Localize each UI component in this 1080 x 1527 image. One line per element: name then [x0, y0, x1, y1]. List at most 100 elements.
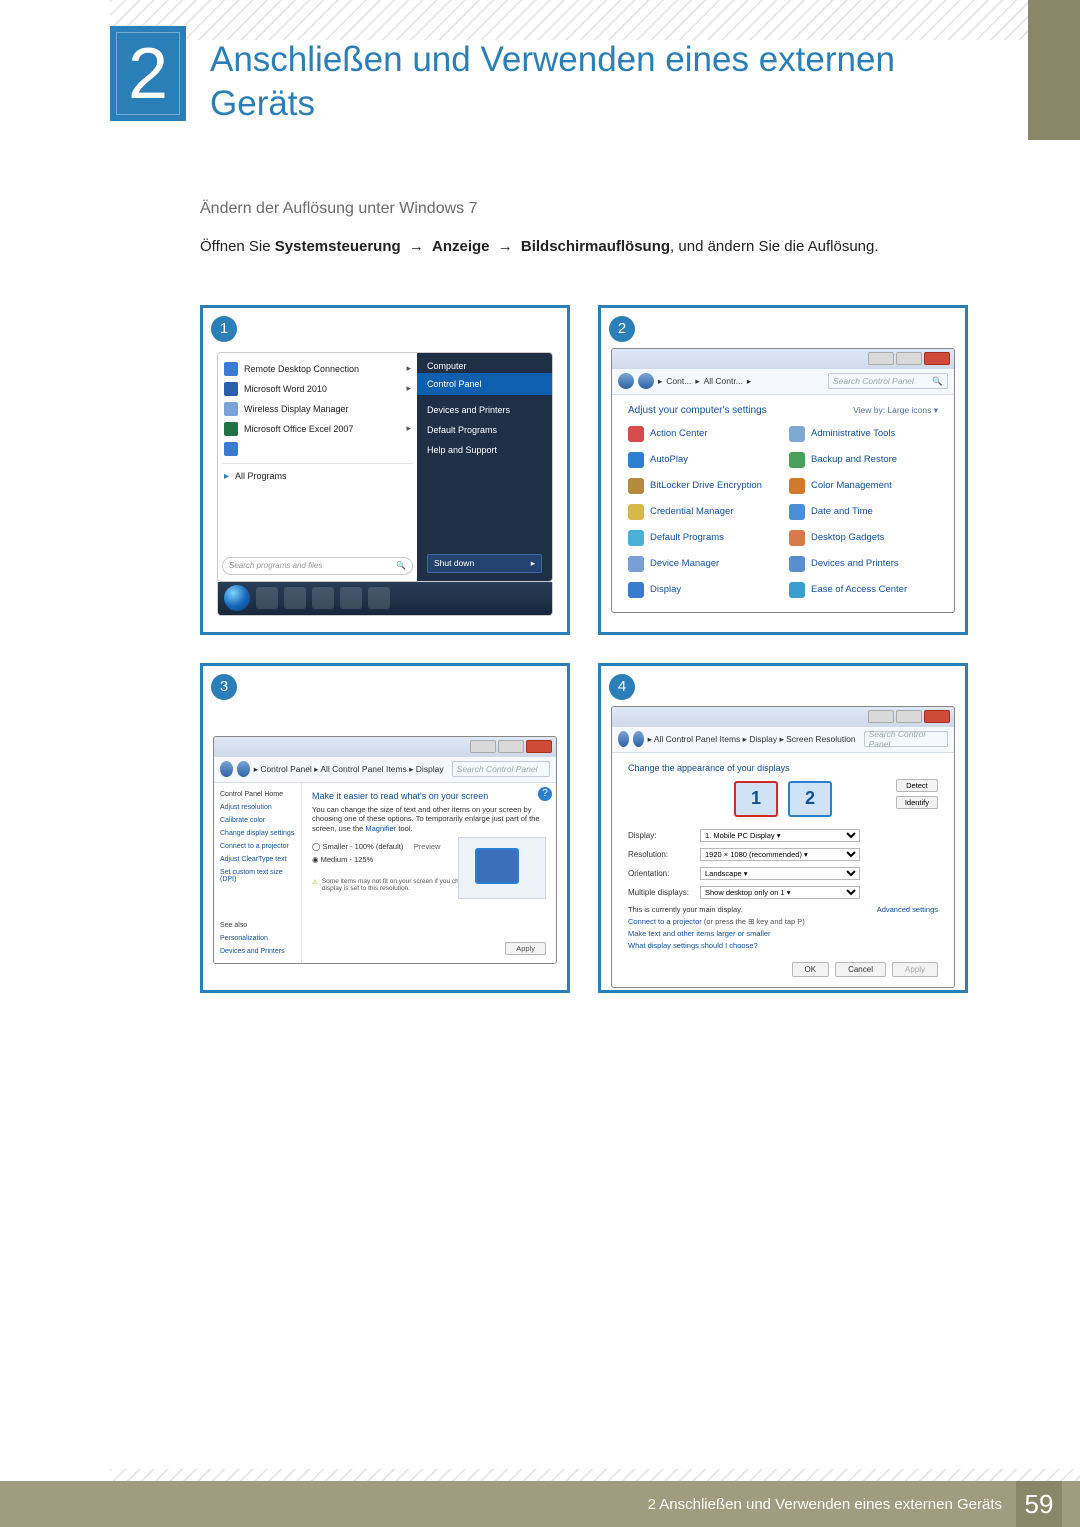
instruction-suffix: , und ändern Sie die Auflösung.: [670, 238, 879, 255]
left-margin: [0, 0, 110, 1527]
nav-back-icon[interactable]: [618, 373, 634, 389]
taskbar-button[interactable]: [368, 587, 390, 609]
start-right-link[interactable]: Devices and Printers: [427, 405, 542, 415]
start-search-input[interactable]: Search programs and files 🔍: [222, 557, 413, 575]
footer-hatch: [110, 1469, 1080, 1481]
apply-button[interactable]: Apply: [892, 962, 938, 977]
maximize-button[interactable]: [498, 740, 524, 753]
close-button[interactable]: [526, 740, 552, 753]
start-right-link-control-panel[interactable]: Control Panel: [417, 373, 552, 395]
control-panel-item[interactable]: Device Manager: [628, 556, 777, 572]
orientation-select[interactable]: Landscape ▾: [700, 867, 860, 880]
breadcrumb-seg[interactable]: Cont...: [666, 376, 691, 386]
control-panel-item[interactable]: Backup and Restore: [789, 452, 938, 468]
side-link[interactable]: Adjust ClearType text: [220, 856, 295, 863]
monitor-1-icon[interactable]: 1: [734, 781, 778, 817]
breadcrumb[interactable]: ▸ Control Panel ▸ All Control Panel Item…: [254, 764, 444, 775]
start-orb-icon[interactable]: [224, 585, 250, 611]
advanced-settings-link[interactable]: Advanced settings: [877, 905, 938, 914]
start-menu-item[interactable]: Wireless Display Manager: [222, 399, 413, 419]
view-by-selector[interactable]: View by: Large icons ▾: [853, 405, 938, 416]
preview-monitor-icon: [458, 837, 546, 899]
maximize-button[interactable]: [896, 710, 922, 723]
search-icon: 🔍: [932, 376, 943, 387]
identify-button[interactable]: Identify: [896, 796, 938, 809]
control-panel-item-label: Action Center: [650, 428, 708, 439]
ok-button[interactable]: OK: [792, 962, 830, 977]
app-label: Microsoft Word 2010: [244, 384, 327, 394]
control-panel-item-icon: [628, 556, 644, 572]
control-panel-item[interactable]: Credential Manager: [628, 504, 777, 520]
projector-link[interactable]: Connect to a projector: [628, 917, 702, 926]
text-size-link[interactable]: Make text and other items larger or smal…: [628, 929, 771, 938]
control-panel-item[interactable]: Color Management: [789, 478, 938, 494]
start-right-link[interactable]: Computer: [427, 361, 542, 371]
nav-forward-icon[interactable]: [237, 761, 250, 777]
control-panel-item[interactable]: Date and Time: [789, 504, 938, 520]
maximize-button[interactable]: [896, 352, 922, 365]
start-right-link[interactable]: Default Programs: [427, 425, 542, 435]
start-right-link[interactable]: Help and Support: [427, 445, 542, 455]
taskbar-button[interactable]: [256, 587, 278, 609]
minimize-button[interactable]: [470, 740, 496, 753]
side-link[interactable]: Devices and Printers: [220, 948, 295, 955]
apply-button[interactable]: Apply: [505, 942, 546, 955]
shutdown-button[interactable]: Shut down: [427, 554, 542, 573]
start-menu-item[interactable]: Microsoft Office Excel 2007▸: [222, 419, 413, 439]
nav-back-icon[interactable]: [618, 731, 629, 747]
footer-text: 2 Anschließen und Verwenden eines extern…: [648, 1496, 1002, 1513]
breadcrumb[interactable]: ▸ All Control Panel Items ▸ Display ▸ Sc…: [648, 734, 856, 745]
control-panel-item[interactable]: AutoPlay: [628, 452, 777, 468]
taskbar-button[interactable]: [312, 587, 334, 609]
close-button[interactable]: [924, 710, 950, 723]
breadcrumb-seg[interactable]: ▸: [658, 376, 662, 387]
start-menu-item[interactable]: [222, 439, 413, 459]
nav-forward-icon[interactable]: [638, 373, 654, 389]
control-panel-item[interactable]: Action Center: [628, 426, 777, 442]
control-panel-item-icon: [628, 426, 644, 442]
side-link[interactable]: Personalization: [220, 935, 295, 942]
explorer-search-input[interactable]: Search Control Panel: [452, 761, 550, 777]
minimize-button[interactable]: [868, 710, 894, 723]
monitor-preview-row: 1 2 Detect Identify: [628, 781, 938, 817]
control-panel-item[interactable]: BitLocker Drive Encryption: [628, 478, 777, 494]
control-panel-item[interactable]: Ease of Access Center: [789, 582, 938, 598]
window-titlebar: [214, 737, 556, 757]
control-panel-item[interactable]: Devices and Printers: [789, 556, 938, 572]
control-panel-item[interactable]: Display: [628, 582, 777, 598]
magnifier-link[interactable]: Magnifier: [365, 824, 396, 833]
multiple-displays-select[interactable]: Show desktop only on 1 ▾: [700, 886, 860, 899]
all-programs-link[interactable]: All Programs: [222, 468, 413, 485]
side-link[interactable]: Set custom text size (DPI): [220, 869, 295, 883]
minimize-button[interactable]: [868, 352, 894, 365]
control-panel-item-icon: [789, 582, 805, 598]
see-also-heading: See also: [220, 922, 295, 929]
detect-button[interactable]: Detect: [896, 779, 938, 792]
control-panel-item[interactable]: Desktop Gadgets: [789, 530, 938, 546]
control-panel-item[interactable]: Administrative Tools: [789, 426, 938, 442]
taskbar-button[interactable]: [340, 587, 362, 609]
window-titlebar: [612, 349, 954, 369]
monitor-2-icon[interactable]: 2: [788, 781, 832, 817]
breadcrumb-seg[interactable]: All Contr...: [704, 376, 743, 386]
help-icon[interactable]: ?: [538, 787, 552, 801]
start-menu-item[interactable]: Remote Desktop Connection▸: [222, 359, 413, 379]
side-link[interactable]: Calibrate color: [220, 817, 295, 824]
explorer-search-input[interactable]: Search Control Panel: [864, 731, 948, 747]
side-link[interactable]: Adjust resolution: [220, 804, 295, 811]
chevron-right-icon: ▸: [406, 383, 411, 394]
nav-forward-icon[interactable]: [633, 731, 644, 747]
control-panel-item[interactable]: Default Programs: [628, 530, 777, 546]
close-button[interactable]: [924, 352, 950, 365]
divider: [222, 463, 413, 464]
display-select[interactable]: 1. Mobile PC Display ▾: [700, 829, 860, 842]
side-link[interactable]: Change display settings: [220, 830, 295, 837]
cancel-button[interactable]: Cancel: [835, 962, 886, 977]
explorer-search-input[interactable]: Search Control Panel 🔍: [828, 373, 948, 389]
taskbar-button[interactable]: [284, 587, 306, 609]
side-link[interactable]: Connect to a projector: [220, 843, 295, 850]
what-settings-link[interactable]: What display settings should I choose?: [628, 941, 758, 950]
start-menu-item[interactable]: Microsoft Word 2010 ▸: [222, 379, 413, 399]
nav-back-icon[interactable]: [220, 761, 233, 777]
resolution-select[interactable]: 1920 × 1080 (recommended) ▾: [700, 848, 860, 861]
